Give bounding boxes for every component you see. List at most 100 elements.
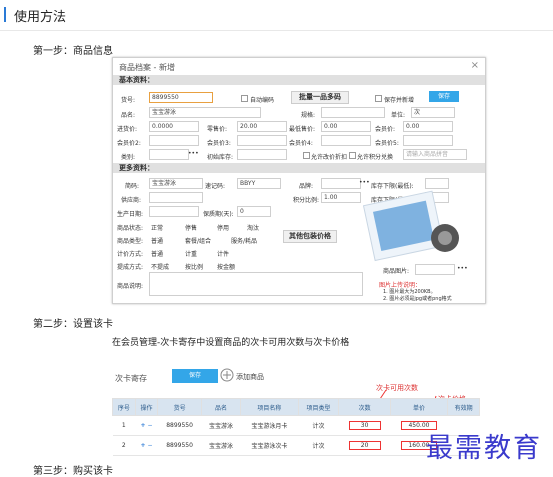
brand-label: 品牌: bbox=[299, 183, 314, 190]
points-ratio-field[interactable]: 1.00 bbox=[321, 192, 361, 203]
status-option-disabled[interactable]: 停用 bbox=[217, 223, 229, 232]
rebate-option-ratio[interactable]: 按比例 bbox=[185, 262, 203, 271]
price-mode-label: 计价方式: bbox=[117, 251, 144, 258]
table-row: 2 + − 8899550 宝宝游泳 宝宝游泳次卡 计次 20 160.00 bbox=[112, 435, 480, 456]
image-path-field[interactable] bbox=[415, 264, 455, 275]
retail-label: 零售价: bbox=[207, 126, 228, 133]
other-package-price-button[interactable]: 其他包装价格 bbox=[283, 230, 337, 243]
status-option-stop-sale[interactable]: 停售 bbox=[185, 223, 197, 232]
row-actions[interactable]: + − bbox=[135, 435, 158, 456]
status-option-normal[interactable]: 正常 bbox=[151, 223, 163, 232]
price-option-piece[interactable]: 计件 bbox=[217, 249, 229, 258]
spec-field[interactable] bbox=[321, 107, 385, 118]
remark-textarea[interactable] bbox=[149, 272, 363, 296]
batch-code-button[interactable]: 批量一品多码 bbox=[291, 91, 349, 104]
rebate-option-amount[interactable]: 按金额 bbox=[217, 262, 235, 271]
card-save-button[interactable]: 保存 bbox=[172, 369, 218, 383]
name-field[interactable]: 宝宝游泳 bbox=[149, 107, 261, 118]
allow-discount-checkbox[interactable] bbox=[303, 152, 310, 159]
pinyin-field[interactable]: 请输入商品拼音 bbox=[403, 149, 467, 160]
add-icon[interactable] bbox=[220, 368, 234, 382]
remove-row-icon[interactable]: − bbox=[147, 442, 152, 449]
supplier-label: 供应商: bbox=[121, 197, 142, 204]
category-picker-icon[interactable]: ••• bbox=[188, 150, 199, 157]
retail-field[interactable]: 20.00 bbox=[237, 121, 287, 132]
row-count[interactable]: 30 bbox=[338, 415, 391, 436]
product-dialog-screenshot: 商品档案 - 新增 × 基本资料： 货号: 8899550 自动编码 批量一品多… bbox=[112, 57, 486, 304]
step-2-description: 在会员管理-次卡寄存中设置商品的次卡可用次数与次卡价格 bbox=[112, 338, 350, 348]
unit-select[interactable]: 次 bbox=[411, 107, 455, 118]
table-row: 1 + − 8899550 宝宝游泳 宝宝游泳月卡 计次 30 450.00 bbox=[112, 415, 480, 436]
product-image-placeholder-icon bbox=[363, 190, 459, 262]
member-price2-label: 会员价2: bbox=[117, 140, 141, 147]
count-input[interactable]: 30 bbox=[348, 421, 381, 430]
auto-code-checkbox[interactable] bbox=[241, 95, 248, 102]
save-button[interactable]: 保存 bbox=[429, 91, 459, 102]
quick-code-field[interactable]: BBYY bbox=[237, 178, 281, 189]
row-name: 宝宝游泳 bbox=[201, 435, 241, 456]
code-field[interactable]: 8899550 bbox=[149, 92, 213, 103]
step-3-label: 第三步：购买该卡 bbox=[33, 466, 113, 477]
member-price5-label: 会员价5: bbox=[375, 140, 399, 147]
type-option-normal[interactable]: 普通 bbox=[151, 236, 163, 245]
unit-label: 单位: bbox=[391, 112, 406, 119]
rebate-option-none[interactable]: 不提成 bbox=[151, 262, 169, 271]
produce-date-field[interactable] bbox=[149, 206, 199, 217]
col-header-item-name: 项目名称 bbox=[240, 398, 299, 416]
add-product-label[interactable]: 添加商品 bbox=[236, 372, 264, 382]
init-stock-field[interactable] bbox=[237, 149, 287, 160]
points-ratio-label: 积分比例: bbox=[293, 197, 320, 204]
title-divider bbox=[0, 30, 553, 31]
min-price-field[interactable]: 0.00 bbox=[321, 121, 371, 132]
name-label: 品名: bbox=[121, 112, 136, 119]
member-price-field[interactable]: 0.00 bbox=[403, 121, 453, 132]
close-icon[interactable]: × bbox=[471, 60, 479, 71]
brand-field[interactable] bbox=[321, 178, 361, 189]
add-row-icon[interactable]: + bbox=[141, 442, 146, 449]
keep-new-checkbox[interactable] bbox=[375, 95, 382, 102]
remove-row-icon[interactable]: − bbox=[147, 422, 152, 429]
short-code-field[interactable]: 宝宝游泳 bbox=[149, 178, 203, 189]
price-option-weight[interactable]: 计重 bbox=[185, 249, 197, 258]
title-accent-bar bbox=[4, 7, 6, 22]
count-input[interactable]: 20 bbox=[348, 441, 381, 450]
type-option-service[interactable]: 服务/耗品 bbox=[231, 236, 257, 245]
member-price3-label: 会员价3: bbox=[207, 140, 231, 147]
step-2-label: 第二步：设置该卡 bbox=[33, 319, 113, 330]
status-option-eliminated[interactable]: 淘汰 bbox=[247, 223, 259, 232]
row-name: 宝宝游泳 bbox=[201, 415, 241, 436]
category-field[interactable] bbox=[149, 149, 189, 160]
member-price5-field[interactable] bbox=[403, 135, 453, 146]
image-browse-icon[interactable]: ••• bbox=[457, 265, 468, 272]
row-actions[interactable]: + − bbox=[135, 415, 158, 436]
dialog-title: 商品档案 - 新增 bbox=[119, 63, 175, 72]
card-storage-tab[interactable]: 次卡寄存 bbox=[115, 373, 147, 384]
row-count[interactable]: 20 bbox=[338, 435, 391, 456]
row-item-name: 宝宝游泳月卡 bbox=[240, 415, 299, 436]
col-header-count: 次数 bbox=[338, 398, 391, 416]
member-price4-label: 会员价4: bbox=[289, 140, 313, 147]
type-option-combo[interactable]: 套餐/组合 bbox=[185, 236, 211, 245]
type-label: 商品类型: bbox=[117, 238, 144, 245]
init-stock-label: 初始库存: bbox=[207, 154, 234, 161]
col-header-validity: 有效期 bbox=[447, 398, 480, 416]
col-header-action: 操作 bbox=[134, 398, 159, 416]
row-item-type: 计次 bbox=[298, 415, 339, 436]
supplier-field[interactable] bbox=[149, 192, 203, 203]
add-row-icon[interactable]: + bbox=[141, 422, 146, 429]
image-label: 商品图片: bbox=[383, 268, 410, 275]
remark-label: 商品说明: bbox=[117, 283, 144, 290]
col-header-index: 序号 bbox=[112, 398, 136, 416]
row-index: 2 bbox=[112, 435, 136, 456]
col-header-item-type: 项目类型 bbox=[297, 398, 340, 416]
status-label: 商品状态: bbox=[117, 225, 144, 232]
shelf-life-field[interactable]: 0 bbox=[237, 206, 271, 217]
purchase-field[interactable]: 0.0000 bbox=[149, 121, 199, 132]
upload-note-1: 1. 图片最大为200KB。 bbox=[383, 289, 436, 295]
member-price3-field[interactable] bbox=[237, 135, 287, 146]
member-price4-field[interactable] bbox=[321, 135, 371, 146]
brand-picker-icon[interactable]: ••• bbox=[359, 179, 370, 186]
member-price2-field[interactable] bbox=[149, 135, 199, 146]
allow-points-checkbox[interactable] bbox=[349, 152, 356, 159]
price-option-normal[interactable]: 普通 bbox=[151, 249, 163, 258]
